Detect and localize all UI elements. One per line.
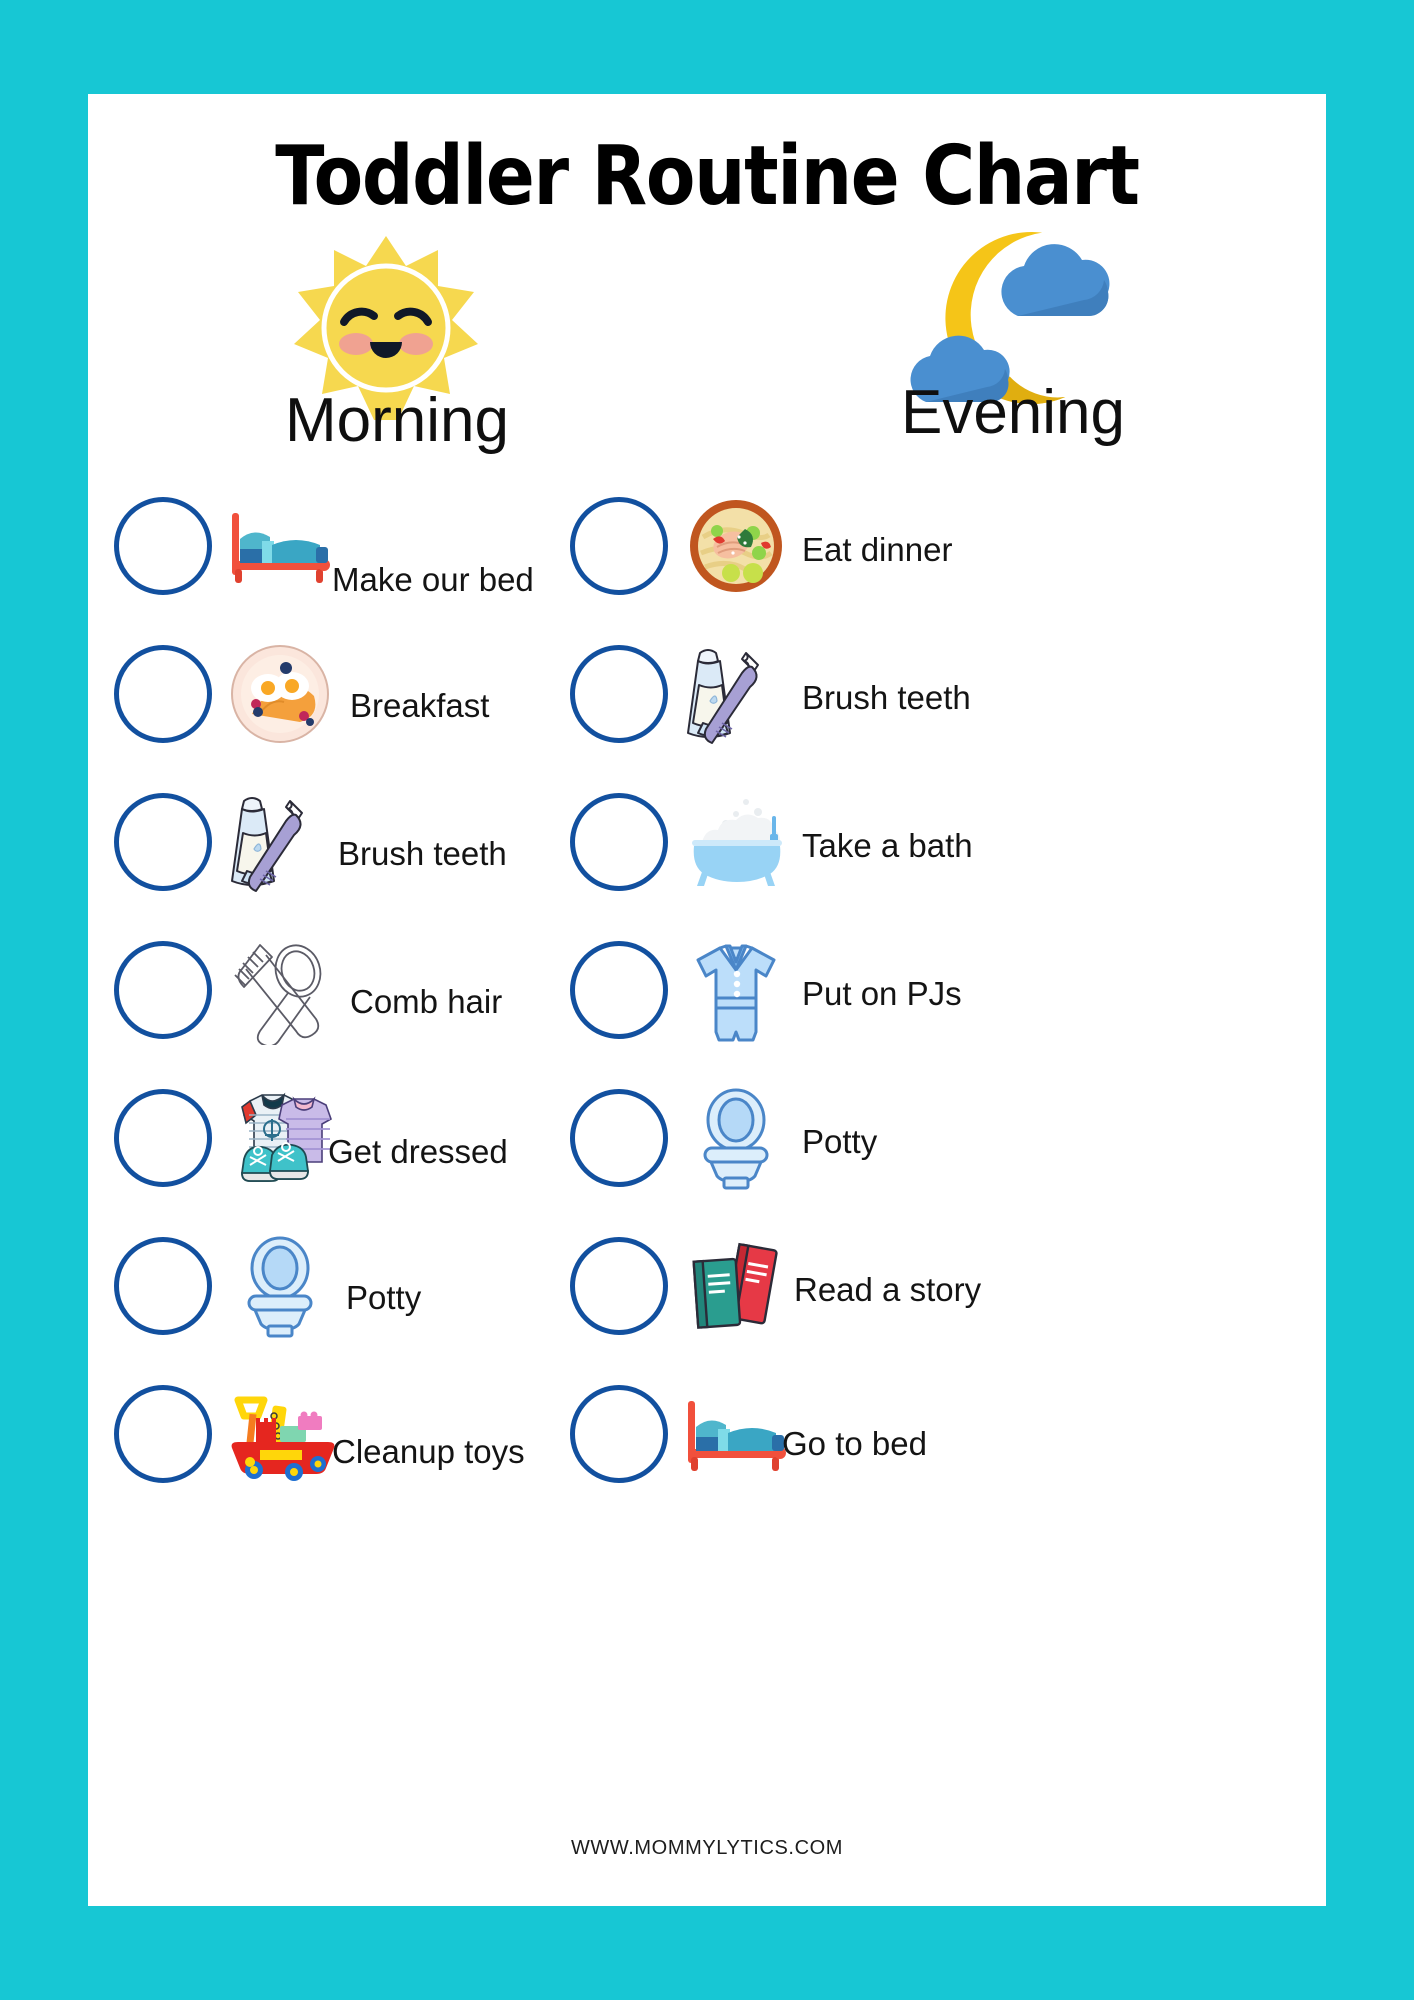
page-title: Toddler Routine Chart bbox=[275, 129, 1140, 224]
clothes-shoes-icon bbox=[224, 1086, 336, 1190]
routine-label: Make our bed bbox=[332, 561, 534, 598]
checkbox-circle[interactable] bbox=[570, 1089, 668, 1187]
checkbox-circle[interactable] bbox=[570, 1385, 668, 1483]
toilet-icon bbox=[224, 1234, 336, 1338]
bathtub-icon bbox=[680, 790, 792, 894]
checkbox-circle[interactable] bbox=[570, 1237, 668, 1335]
toothbrush-icon bbox=[224, 790, 336, 894]
routine-row[interactable]: Brush teeth bbox=[568, 620, 1168, 768]
toothbrush-icon bbox=[680, 642, 792, 746]
checkbox-circle[interactable] bbox=[114, 793, 212, 891]
routine-label: Potty bbox=[346, 1279, 422, 1316]
routine-row[interactable]: Read a story bbox=[568, 1212, 1168, 1360]
toy-wagon-icon bbox=[224, 1382, 336, 1486]
checkbox-circle[interactable] bbox=[114, 497, 212, 595]
bed-icon bbox=[224, 494, 336, 598]
checkbox-circle[interactable] bbox=[114, 645, 212, 743]
checkbox-circle[interactable] bbox=[570, 645, 668, 743]
footer-website: WWW.MOMMYLYTICS.COM bbox=[570, 1837, 844, 1859]
routine-label: Go to bed bbox=[782, 1425, 927, 1462]
books-icon bbox=[680, 1234, 792, 1338]
routine-row[interactable]: Eat dinner bbox=[568, 472, 1168, 620]
checkbox-circle[interactable] bbox=[570, 497, 668, 595]
checkbox-circle[interactable] bbox=[570, 793, 668, 891]
section-header-morning: Morning bbox=[126, 232, 646, 482]
poster-canvas: Toddler Routine Chart Morning Evening Ma… bbox=[0, 0, 1414, 2000]
section-header-evening: Evening bbox=[748, 224, 1268, 474]
checkbox-circle[interactable] bbox=[114, 1385, 212, 1483]
routine-label: Brush teeth bbox=[338, 835, 507, 872]
routine-label: Brush teeth bbox=[802, 679, 971, 716]
comb-mirror-icon bbox=[224, 938, 336, 1045]
checkbox-circle[interactable] bbox=[114, 1237, 212, 1335]
routine-row[interactable]: Take a bath bbox=[568, 768, 1168, 916]
routine-row[interactable]: Go to bed bbox=[568, 1360, 1168, 1508]
poster-card: Toddler Routine Chart Morning Evening Ma… bbox=[88, 94, 1326, 1906]
section-label-morning: Morning bbox=[285, 386, 509, 455]
routine-label: Read a story bbox=[794, 1271, 982, 1308]
routine-label: Take a bath bbox=[802, 827, 973, 864]
checkbox-circle[interactable] bbox=[114, 1089, 212, 1187]
checkbox-circle[interactable] bbox=[114, 941, 212, 1039]
checkbox-circle[interactable] bbox=[570, 941, 668, 1039]
routine-column-evening: Eat dinner Brush teeth Take a bath Put o… bbox=[568, 472, 1168, 1508]
routine-label: Cleanup toys bbox=[332, 1433, 525, 1470]
routine-row[interactable]: Potty bbox=[568, 1064, 1168, 1212]
routine-label: Put on PJs bbox=[802, 975, 962, 1012]
routine-label: Breakfast bbox=[350, 687, 490, 724]
section-label-evening: Evening bbox=[900, 378, 1126, 447]
pajamas-icon bbox=[680, 938, 792, 1042]
routine-label: Potty bbox=[802, 1123, 878, 1160]
dinner-bowl-icon bbox=[680, 494, 792, 598]
routine-row[interactable]: Put on PJs bbox=[568, 916, 1168, 1064]
routine-label: Comb hair bbox=[350, 983, 503, 1020]
routine-label: Get dressed bbox=[328, 1133, 508, 1170]
bed-icon bbox=[680, 1382, 792, 1486]
routine-label: Eat dinner bbox=[802, 531, 953, 568]
breakfast-plate-icon bbox=[224, 642, 336, 746]
toilet-icon bbox=[680, 1086, 792, 1190]
